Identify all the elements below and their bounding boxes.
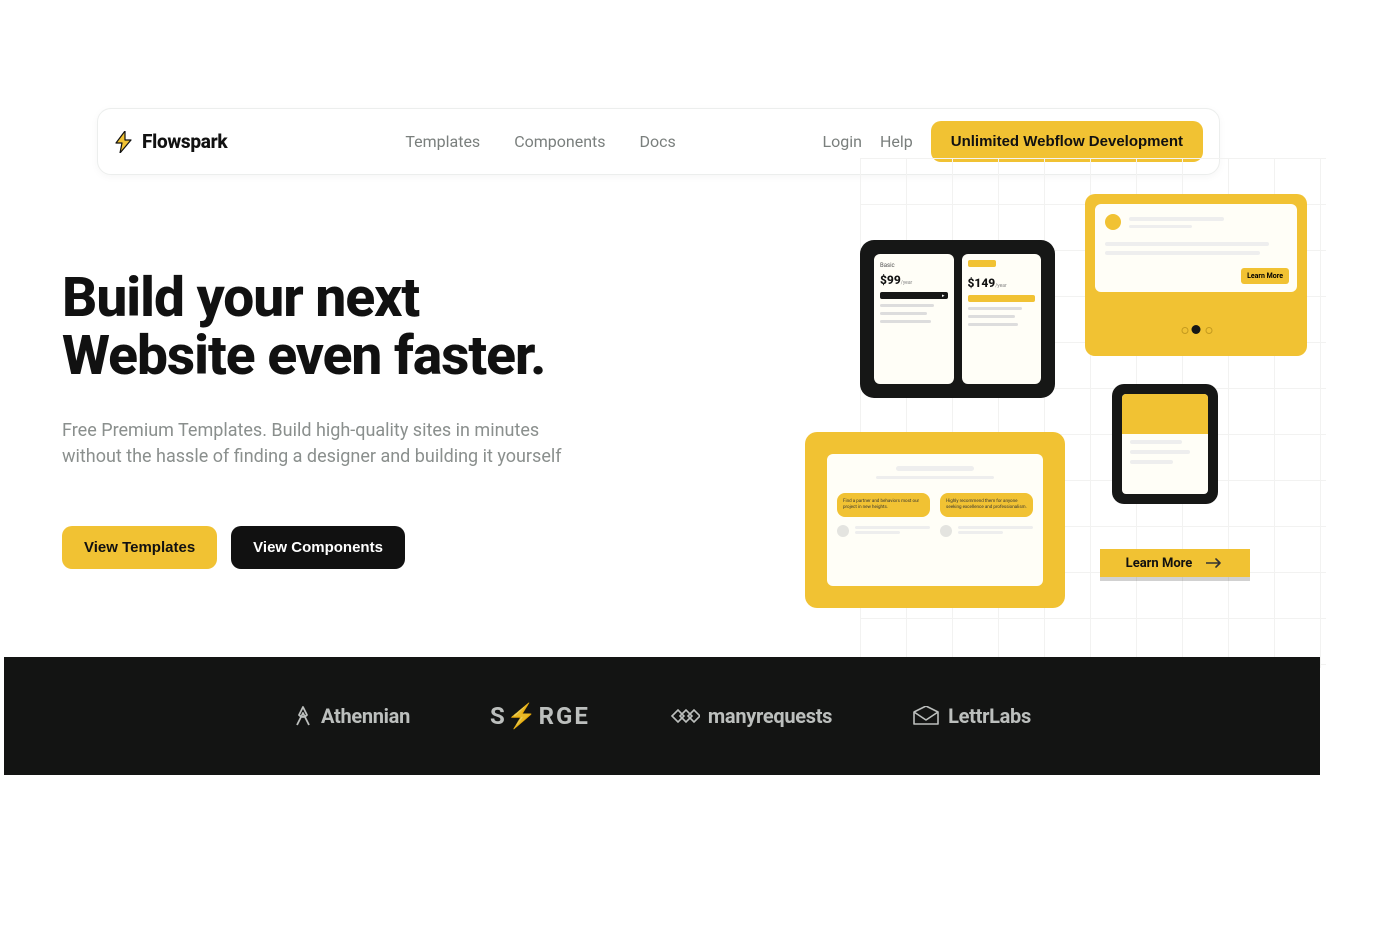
text-line <box>1129 225 1192 228</box>
plan-price-right: $149/year <box>968 276 1036 290</box>
hero-heading-line2: Website even faster. <box>62 324 545 388</box>
nav-link-help[interactable]: Help <box>880 132 913 151</box>
nav-link-templates[interactable]: Templates <box>405 132 480 151</box>
text-line <box>1130 440 1182 444</box>
text-line <box>1129 217 1224 221</box>
logo-athennian-text: Athennian <box>321 704 410 728</box>
arrow-right-icon <box>1206 558 1224 568</box>
nav-link-components[interactable]: Components <box>514 132 605 151</box>
athennian-icon <box>293 705 313 727</box>
view-components-button[interactable]: View Components <box>231 526 405 569</box>
illustration-info-card: Learn More <box>1085 194 1307 356</box>
text-line <box>1130 460 1173 464</box>
text-line <box>1105 242 1269 246</box>
avatar-circle-icon <box>1105 214 1121 230</box>
pricing-panel-right: $149/year <box>962 254 1042 384</box>
view-templates-button[interactable]: View Templates <box>62 526 217 569</box>
quote-row: Find a partner and behaviors most our pr… <box>837 493 1033 517</box>
text-line <box>1130 450 1190 454</box>
learn-more-tag: Learn More <box>1241 268 1289 284</box>
nav-right: Login Help Unlimited Webflow Development <box>823 121 1203 162</box>
plan-bar-yellow <box>968 295 1036 302</box>
quote-pill-left: Find a partner and behaviors most our pr… <box>837 493 930 517</box>
plan-highlight-tag <box>968 260 996 267</box>
plan-price-right-value: $149 <box>968 276 996 290</box>
nav-cta-button[interactable]: Unlimited Webflow Development <box>931 121 1203 162</box>
learn-more-label: Learn More <box>1126 556 1193 571</box>
plan-bullet <box>968 315 1015 318</box>
tablet-header <box>1122 394 1208 434</box>
learn-more-button[interactable]: Learn More <box>1100 549 1250 577</box>
text-line <box>896 466 974 471</box>
nav-center: Templates Components Docs <box>405 132 675 151</box>
plan-price-left: $99/year <box>880 273 948 287</box>
plan-bullet <box>968 323 1019 326</box>
brand-name: Flowspark <box>142 130 227 153</box>
logo-manyrequests-text: manyrequests <box>708 704 832 728</box>
plan-bullet <box>968 307 1022 310</box>
brand[interactable]: Flowspark <box>114 130 227 153</box>
hero: Build your next Website even faster. Fre… <box>62 270 702 569</box>
avatar-icon <box>837 525 849 537</box>
logo-strip: Athennian S⚡RGE manyrequests LettrLabs <box>4 657 1320 775</box>
plan-per-right: /year <box>995 283 1006 289</box>
info-card-inner: Learn More <box>1095 204 1297 292</box>
envelope-icon <box>912 706 940 726</box>
plan-bullet <box>880 304 934 307</box>
tablet-inner <box>1122 394 1208 494</box>
nav-link-docs[interactable]: Docs <box>640 132 676 151</box>
hero-heading: Build your next Website even faster. <box>62 270 702 386</box>
manyrequests-icon <box>670 707 700 725</box>
hero-buttons: View Templates View Components <box>62 526 702 569</box>
quote-pill-right: Highly recommend them for anyone seeking… <box>940 493 1033 517</box>
avatar-row <box>940 525 1033 537</box>
illustration-quotes-card: Find a partner and behaviors most our pr… <box>805 432 1065 608</box>
text-line <box>876 476 994 479</box>
hero-illustration: Basic $99/year ▸ $149/year <box>800 182 1320 662</box>
avatar-lines <box>958 526 1033 536</box>
plan-bullet <box>880 320 931 323</box>
avatar-icon <box>940 525 952 537</box>
hero-subtext: Free Premium Templates. Build high-quali… <box>62 418 587 470</box>
brand-bolt-icon <box>114 131 134 153</box>
plan-bar-dark: ▸ <box>880 292 948 299</box>
avatar-row <box>837 525 930 537</box>
logo-athennian: Athennian <box>293 704 410 728</box>
plan-bullet <box>880 312 927 315</box>
quotes-inner: Find a partner and behaviors most our pr… <box>827 454 1043 586</box>
plan-label-left: Basic <box>880 262 948 269</box>
nav-link-login[interactable]: Login <box>823 132 862 151</box>
logo-lettrlabs-text: LettrLabs <box>948 704 1031 728</box>
carousel-dots-icon <box>1192 325 1201 334</box>
text-line <box>1105 251 1260 255</box>
logo-sirge-text: S⚡RGE <box>490 702 590 730</box>
avatar-lines <box>855 526 930 536</box>
pricing-panel-left: Basic $99/year ▸ <box>874 254 954 384</box>
plan-per-left: /year <box>901 280 912 286</box>
plan-price-left-value: $99 <box>880 273 901 287</box>
illustration-tablet-card <box>1112 384 1218 504</box>
hero-heading-line1: Build your next <box>62 266 419 330</box>
logo-manyrequests: manyrequests <box>670 704 832 728</box>
page: Flowspark Templates Components Docs Logi… <box>0 0 1320 950</box>
logo-sirge: S⚡RGE <box>490 702 590 730</box>
illustration-pricing-card: Basic $99/year ▸ $149/year <box>860 240 1055 398</box>
logo-lettrlabs: LettrLabs <box>912 704 1031 728</box>
